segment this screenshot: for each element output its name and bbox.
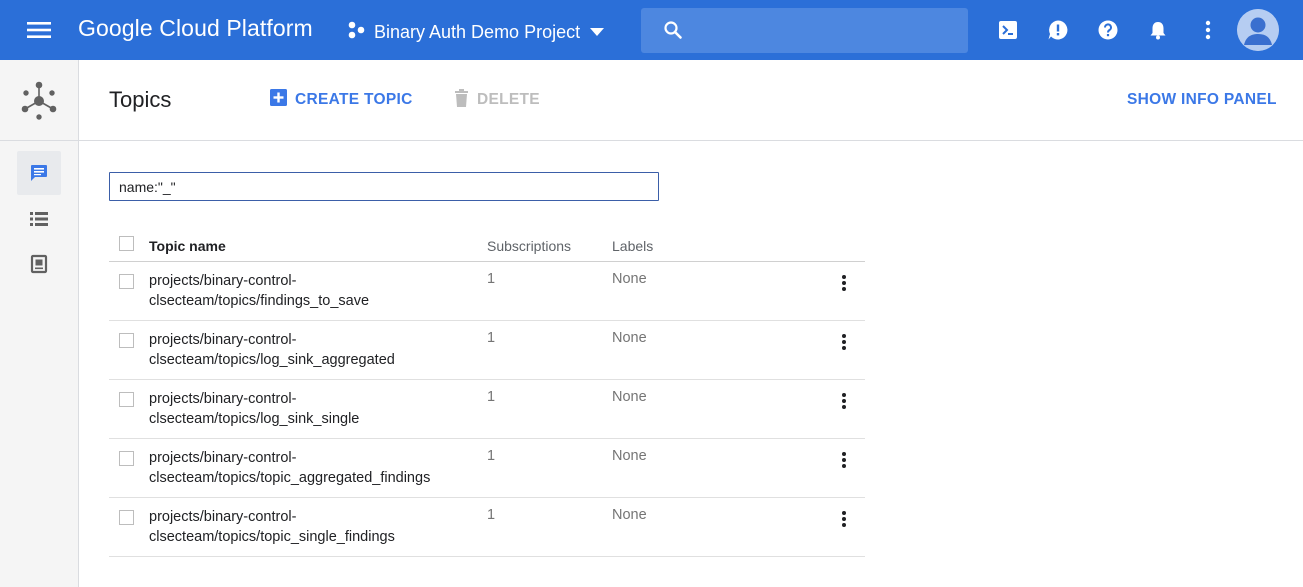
topic-name-link[interactable]: projects/binary-control-clsecteam/topics… bbox=[149, 330, 469, 370]
column-header-topic-name[interactable]: Topic name bbox=[149, 238, 226, 254]
top-app-bar: Google Cloud Platform Binary Auth Demo P… bbox=[0, 0, 1303, 60]
row-checkbox[interactable] bbox=[119, 392, 134, 407]
topic-name-link[interactable]: projects/binary-control-clsecteam/topics… bbox=[149, 389, 469, 429]
subscription-count: 1 bbox=[487, 330, 496, 346]
more-vert-icon[interactable] bbox=[834, 449, 854, 471]
topic-name-part: clsecteam/topics/topic_aggregated_findin… bbox=[149, 470, 431, 486]
table-header: Topic name Subscriptions Labels bbox=[109, 230, 865, 262]
topic-name-part: clsecteam/topics/topic_single_findings bbox=[149, 529, 395, 545]
more-vert-icon[interactable] bbox=[834, 331, 854, 353]
table-row: projects/binary-control-clsecteam/topics… bbox=[109, 321, 865, 380]
pubsub-logo-icon bbox=[18, 80, 60, 127]
table-row: projects/binary-control-clsecteam/topics… bbox=[109, 498, 865, 557]
column-header-subscriptions[interactable]: Subscriptions bbox=[487, 238, 571, 254]
topics-chat-icon[interactable] bbox=[17, 151, 61, 195]
project-name: Binary Auth Demo Project bbox=[374, 21, 581, 42]
brand-title[interactable]: Google Cloud Platform bbox=[78, 15, 313, 42]
subscriptions-list-icon[interactable] bbox=[17, 197, 61, 241]
create-topic-label: CREATE TOPIC bbox=[295, 91, 413, 108]
more-vert-icon[interactable] bbox=[1196, 18, 1220, 42]
subscription-count: 1 bbox=[487, 448, 496, 464]
labels-value: None bbox=[612, 330, 647, 346]
search-icon bbox=[663, 20, 683, 45]
topic-name-part: clsecteam/topics/findings_to_save bbox=[149, 293, 370, 309]
row-checkbox[interactable] bbox=[119, 451, 134, 466]
project-hierarchy-icon bbox=[346, 20, 366, 45]
topic-name-part: clsecteam/topics/log_sink_aggregated bbox=[149, 352, 395, 368]
topic-name-part: projects/binary-control- bbox=[149, 509, 297, 525]
more-vert-icon[interactable] bbox=[834, 508, 854, 530]
delete-button[interactable]: DELETE bbox=[454, 88, 540, 112]
topic-name-part: projects/binary-control- bbox=[149, 391, 297, 407]
row-checkbox[interactable] bbox=[119, 510, 134, 525]
page-header: Topics CREATE TOPIC DELETE SHOW INFO PAN… bbox=[79, 60, 1303, 141]
select-all-checkbox[interactable] bbox=[119, 236, 134, 251]
create-topic-button[interactable]: CREATE TOPIC bbox=[270, 89, 413, 111]
cloud-shell-icon[interactable] bbox=[996, 18, 1020, 42]
hamburger-menu-icon[interactable] bbox=[26, 18, 52, 42]
topics-table: Topic name Subscriptions Labels projects… bbox=[109, 230, 865, 557]
table-row: projects/binary-control-clsecteam/topics… bbox=[109, 439, 865, 498]
topic-name-part: projects/binary-control- bbox=[149, 273, 297, 289]
feedback-icon[interactable] bbox=[1046, 18, 1070, 42]
column-header-labels[interactable]: Labels bbox=[612, 238, 653, 254]
topic-name-link[interactable]: projects/binary-control-clsecteam/topics… bbox=[149, 507, 469, 547]
filter-box bbox=[109, 172, 659, 201]
avatar[interactable] bbox=[1237, 9, 1279, 51]
bell-icon[interactable] bbox=[1146, 18, 1170, 42]
search-input[interactable] bbox=[697, 16, 957, 44]
labels-value: None bbox=[612, 507, 647, 523]
rail-divider bbox=[0, 140, 78, 141]
table-row: projects/binary-control-clsecteam/topics… bbox=[109, 380, 865, 439]
add-box-icon bbox=[270, 89, 287, 111]
topic-name-part: projects/binary-control- bbox=[149, 332, 297, 348]
left-nav-rail bbox=[0, 60, 79, 587]
search-bar[interactable] bbox=[641, 8, 968, 53]
show-info-panel-button[interactable]: SHOW INFO PANEL bbox=[1127, 90, 1277, 110]
subscription-count: 1 bbox=[487, 507, 496, 523]
delete-label: DELETE bbox=[477, 91, 540, 108]
row-checkbox[interactable] bbox=[119, 274, 134, 289]
subscription-count: 1 bbox=[487, 389, 496, 405]
labels-value: None bbox=[612, 271, 647, 287]
help-icon[interactable] bbox=[1096, 18, 1120, 42]
table-row: projects/binary-control-clsecteam/topics… bbox=[109, 262, 865, 321]
labels-value: None bbox=[612, 448, 647, 464]
project-selector[interactable]: Binary Auth Demo Project bbox=[346, 18, 605, 46]
filter-input[interactable] bbox=[110, 173, 658, 200]
topic-name-part: projects/binary-control- bbox=[149, 450, 297, 466]
topic-name-part: clsecteam/topics/log_sink_single bbox=[149, 411, 360, 427]
snapshots-icon[interactable] bbox=[17, 242, 61, 286]
chevron-down-icon bbox=[590, 23, 605, 41]
subscription-count: 1 bbox=[487, 271, 496, 287]
trash-icon bbox=[454, 88, 469, 112]
topic-name-link[interactable]: projects/binary-control-clsecteam/topics… bbox=[149, 448, 469, 488]
topic-name-link[interactable]: projects/binary-control-clsecteam/topics… bbox=[149, 271, 469, 311]
page-title: Topics bbox=[109, 87, 172, 112]
row-checkbox[interactable] bbox=[119, 333, 134, 348]
more-vert-icon[interactable] bbox=[834, 272, 854, 294]
more-vert-icon[interactable] bbox=[834, 390, 854, 412]
labels-value: None bbox=[612, 389, 647, 405]
